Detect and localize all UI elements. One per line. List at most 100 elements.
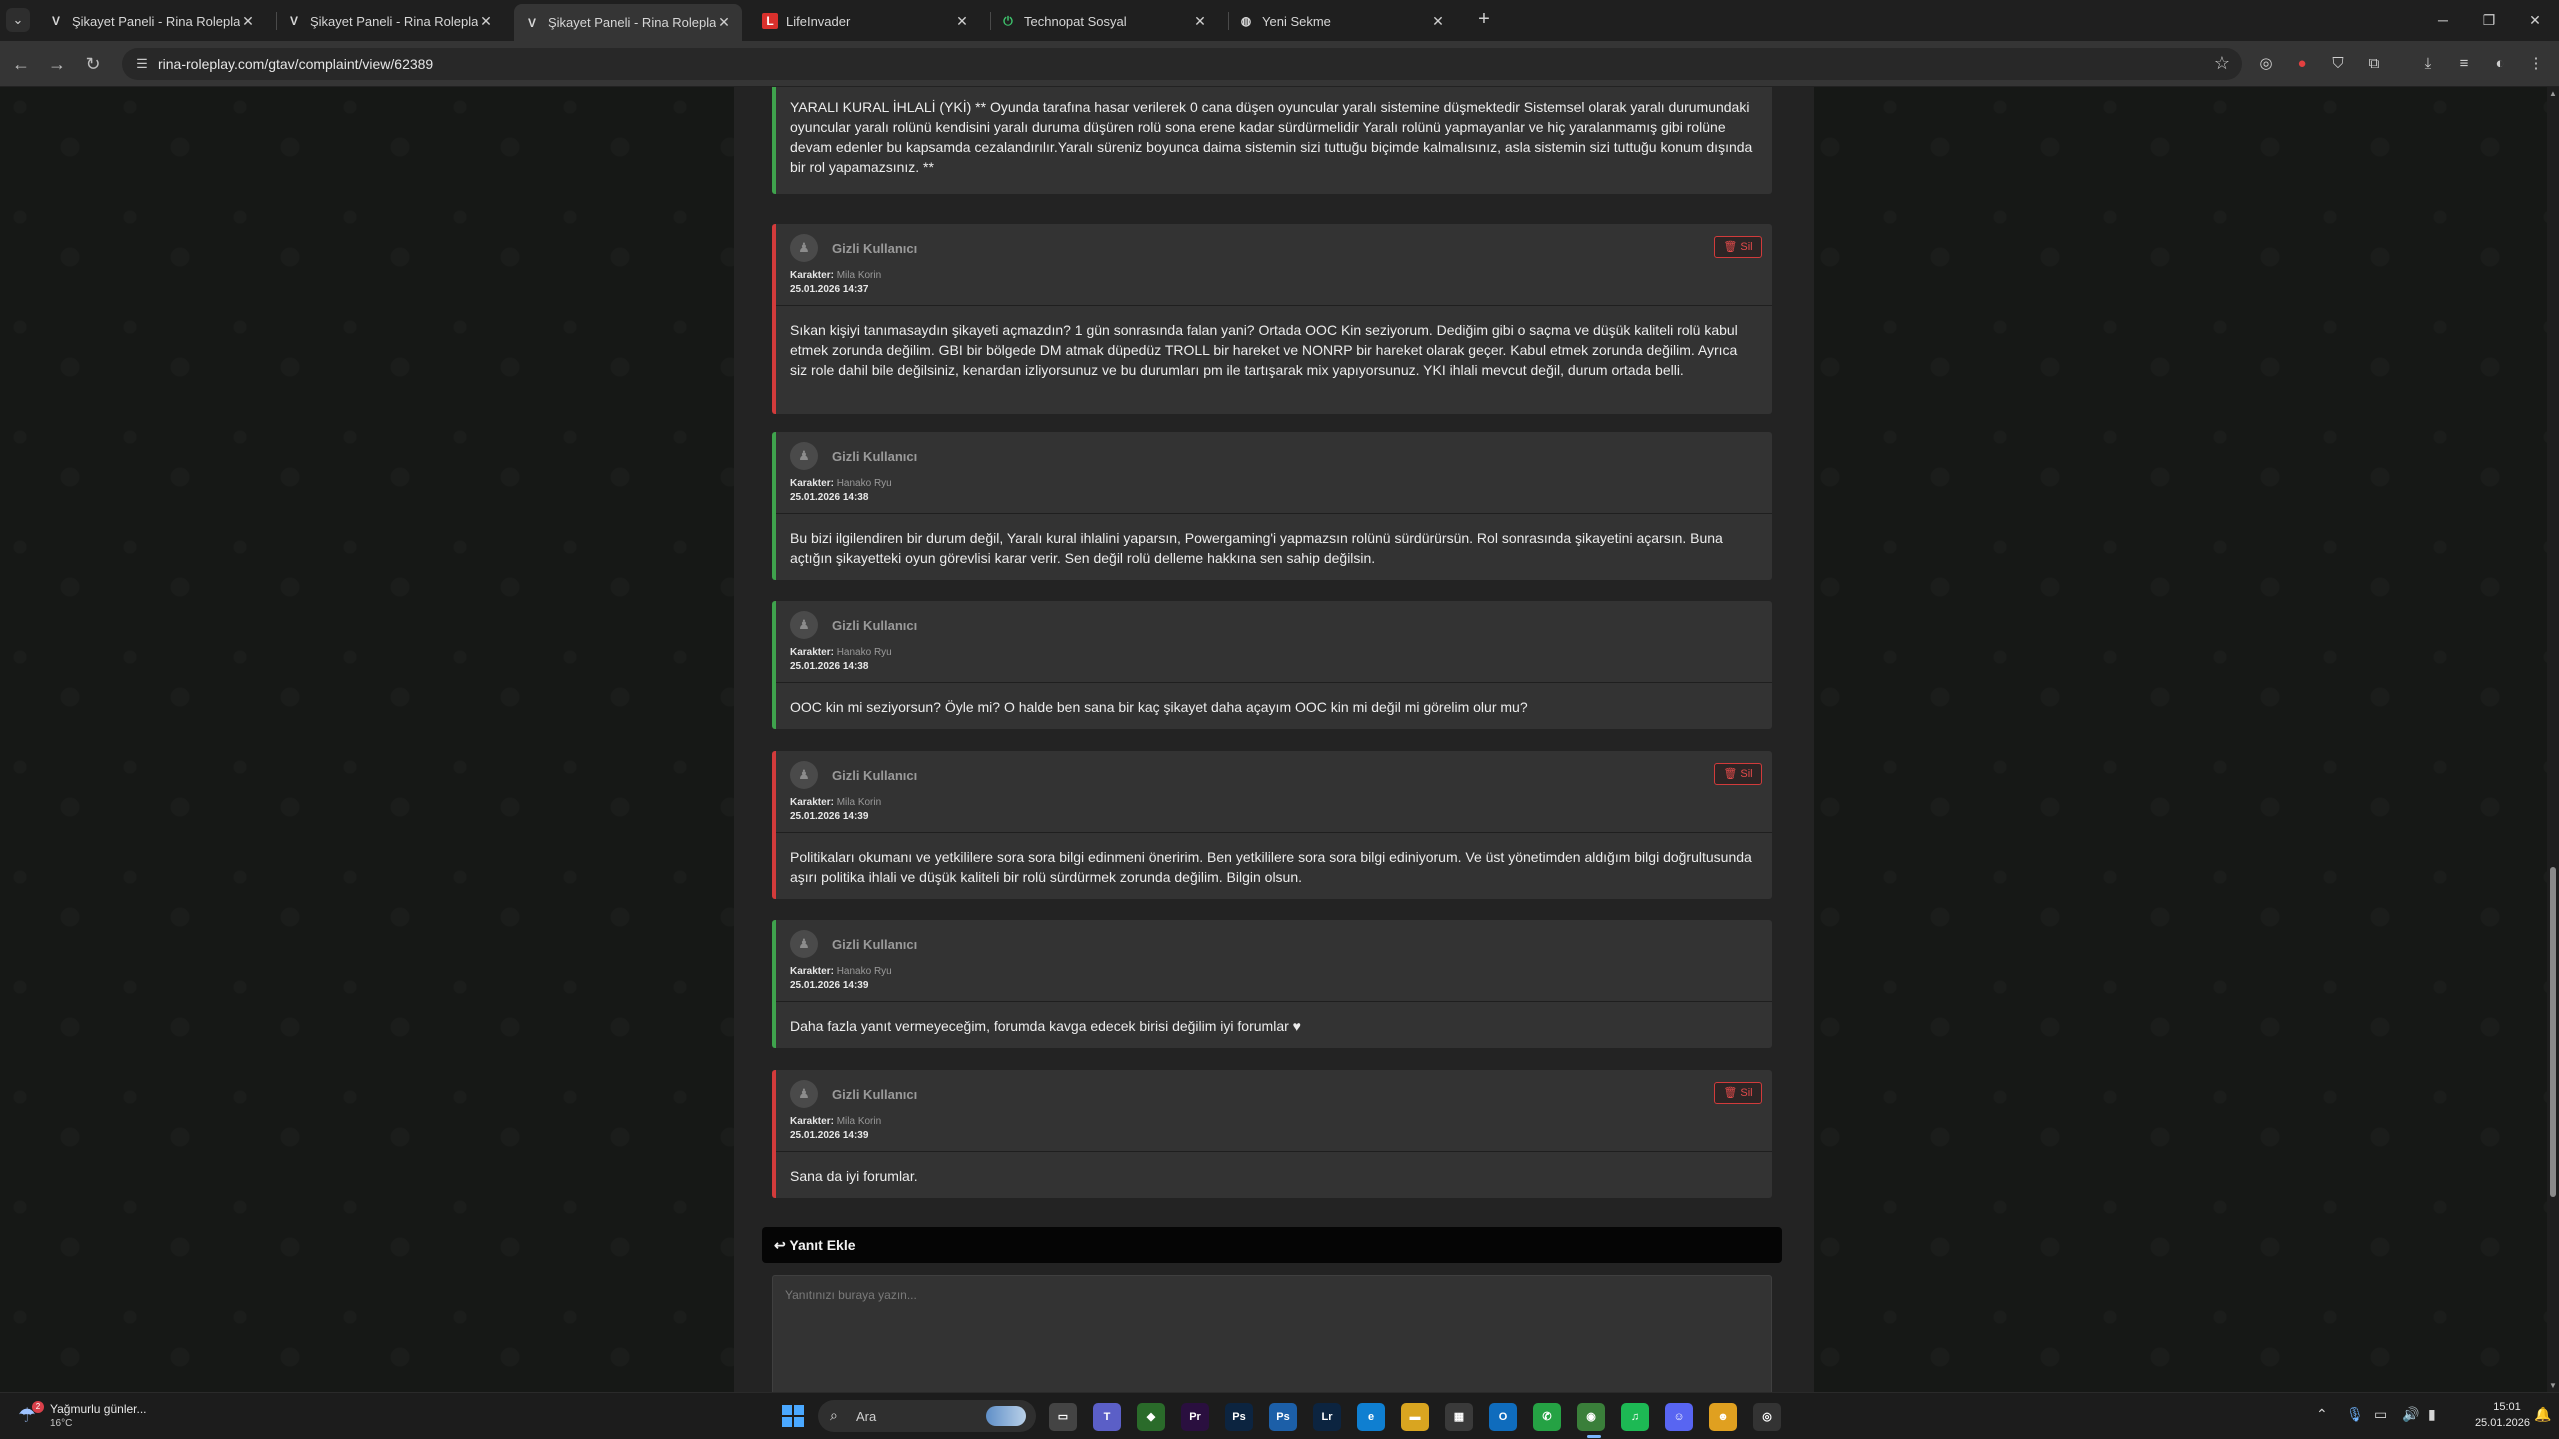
rule-quote-post: YARALI KURAL İHLALİ (YKİ) ** Oyunda tara… [772, 87, 1772, 194]
tab-6[interactable]: ◍ Yeni Sekme ✕ [1228, 4, 1456, 38]
post-text: Sıkan kişiyi tanımasaydın şikayeti açmaz… [790, 322, 1738, 378]
tab-title: Yeni Sekme [1262, 13, 1331, 29]
post-date: 25.01.2026 14:39 [790, 811, 869, 822]
complaint-thread-column: YARALI KURAL İHLALİ (YKİ) ** Oyunda tara… [734, 87, 1814, 1392]
menu-kebab-icon[interactable]: ⋮ [2524, 52, 2548, 76]
scrollbar-thumb[interactable] [2550, 867, 2556, 1197]
post-text: Bu bizi ilgilendiren bir durum değil, Ya… [790, 530, 1723, 566]
character-name: Mila Korin [836, 1116, 882, 1127]
weather-badge: 2 [32, 1401, 44, 1413]
taskbar-search[interactable]: ⌕ Ara [818, 1400, 1036, 1432]
network-icon[interactable]: ▭ [2374, 1406, 2387, 1423]
tab-title: Şikayet Paneli - Rina Roleplay G [548, 15, 716, 30]
active-app-indicator [1587, 1435, 1601, 1438]
tab-5[interactable]: ⏻ Technopat Sosyal ✕ [990, 4, 1218, 38]
tab-3-active[interactable]: V Şikayet Paneli - Rina Roleplay G ✕ [514, 4, 742, 41]
file-explorer-icon[interactable]: ▬ [1401, 1403, 1429, 1431]
tab-close-icon[interactable]: ✕ [240, 13, 256, 30]
teams-icon[interactable]: T [1093, 1403, 1121, 1431]
glasses-extension-icon[interactable]: ◎ [2254, 52, 2278, 76]
discord-icon[interactable]: ☺ [1665, 1403, 1693, 1431]
scroll-up-icon[interactable]: ▲ [2548, 89, 2558, 98]
post-date: 25.01.2026 14:38 [790, 492, 869, 503]
trash-icon: 🗑 [1723, 768, 1738, 780]
window-close-icon[interactable]: ✕ [2512, 6, 2558, 34]
new-tab-button[interactable]: + [1472, 8, 1496, 32]
whatsapp-icon[interactable]: ✆ [1533, 1403, 1561, 1431]
post-header: ♟ Gizli Kullanıcı Karakter: Hanako Ryu 2… [776, 432, 1772, 514]
microphone-icon[interactable]: 🎙 [2346, 1406, 2364, 1423]
weather-text[interactable]: Yağmurlu günler... [50, 1402, 147, 1416]
photoshop-express-icon[interactable]: Ps [1269, 1403, 1297, 1431]
tray-overflow-chevron-icon[interactable]: ⌃ [2316, 1406, 2328, 1423]
delete-button[interactable]: 🗑 Sil [1714, 236, 1762, 258]
minimize-icon[interactable]: ─ [2420, 6, 2466, 34]
delete-button[interactable]: 🗑 Sil [1714, 763, 1762, 785]
search-highlight-image [986, 1406, 1026, 1426]
tab-close-icon[interactable]: ✕ [478, 13, 494, 30]
address-bar[interactable]: ☰ rina-roleplay.com/gtav/complaint/view/… [122, 48, 2242, 80]
lifeinvader-icon: L [762, 13, 778, 29]
reply-textarea[interactable] [772, 1275, 1772, 1392]
extensions-puzzle-icon[interactable]: ⧉ [2362, 52, 2386, 76]
profile-avatar-icon[interactable]: ◐ [2488, 52, 2512, 76]
media-control-icon[interactable]: ≡ [2452, 52, 2476, 76]
app-ring-icon[interactable]: ◎ [1753, 1403, 1781, 1431]
power-icon: ⏻ [1003, 13, 1013, 28]
download-icon[interactable]: ⤓ [2416, 52, 2440, 76]
spotify-icon[interactable]: ♫ [1621, 1403, 1649, 1431]
outlook-icon[interactable]: O [1489, 1403, 1517, 1431]
app-yellow-icon[interactable]: ☻ [1709, 1403, 1737, 1431]
chrome-icon[interactable]: ◉ [1577, 1403, 1605, 1431]
gaming-icon[interactable]: ◆ [1137, 1403, 1165, 1431]
edge-icon[interactable]: e [1357, 1403, 1385, 1431]
tab-close-icon[interactable]: ✕ [1192, 13, 1208, 30]
post-header: ♟ Gizli Kullanıcı Karakter: Hanako Ryu 2… [776, 920, 1772, 1002]
site-info-icon[interactable]: ☰ [132, 54, 152, 74]
shield-extension-icon[interactable]: ⛉ [2326, 52, 2350, 76]
character-line: Karakter: Mila Korin [790, 1116, 881, 1127]
scroll-down-icon[interactable]: ▼ [2548, 1381, 2558, 1390]
reply-section-header: ↩ Yanıt Ekle [762, 1227, 1782, 1263]
record-extension-icon[interactable]: ● [2290, 52, 2314, 76]
username: Gizli Kullanıcı [832, 937, 918, 952]
tab-close-icon[interactable]: ✕ [954, 13, 970, 30]
back-icon[interactable]: ← [8, 51, 34, 77]
post-text: Politikaları okumanı ve yetkililere sora… [790, 849, 1752, 885]
bookmark-star-icon[interactable]: ☆ [2214, 53, 2230, 74]
reply-arrow-icon: ↩ [774, 1237, 786, 1253]
delete-label: Sil [1740, 1087, 1753, 1099]
character-line: Karakter: Mila Korin [790, 270, 881, 281]
comment-post: ♟ Gizli Kullanıcı Karakter: Hanako Ryu 2… [772, 601, 1772, 729]
windows-start-icon[interactable] [782, 1405, 804, 1427]
notification-bell-icon[interactable]: 🔔 [2534, 1406, 2551, 1423]
clock-date[interactable]: 25.01.2026 [2454, 1417, 2530, 1429]
tab-search-button[interactable]: ⌄ [6, 8, 30, 32]
tab-4[interactable]: L LifeInvader ✕ [752, 4, 980, 38]
user-avatar-icon: ♟ [790, 611, 818, 639]
task-view-icon[interactable]: ▭ [1049, 1403, 1077, 1431]
post-text: OOC kin mi seziyorsun? Öyle mi? O halde … [790, 699, 1528, 715]
tab-2[interactable]: V Şikayet Paneli - Rina Roleplay G ✕ [276, 4, 504, 38]
tab-favicon-icon: V [51, 14, 60, 28]
tab-close-icon[interactable]: ✕ [1430, 13, 1446, 30]
tab-bar: ⌄ V Şikayet Paneli - Rina Roleplay G ✕ V… [0, 0, 2559, 41]
volume-icon[interactable]: 🔊 [2402, 1406, 2419, 1423]
photoshop-icon[interactable]: Ps [1225, 1403, 1253, 1431]
page-scrollbar[interactable]: ▲ ▼ [2547, 87, 2559, 1392]
battery-icon[interactable]: ▮ [2428, 1406, 2436, 1423]
character-name: Mila Korin [836, 270, 882, 281]
reload-icon[interactable]: ↻ [80, 51, 106, 77]
username: Gizli Kullanıcı [832, 1087, 918, 1102]
premiere-icon[interactable]: Pr [1181, 1403, 1209, 1431]
taskbar: ☂ 2 Yağmurlu günler... 16°C ⌕ Ara ▭ T ◆ Pr P… [0, 1392, 2559, 1439]
clock-time[interactable]: 15:01 [2484, 1401, 2530, 1413]
lightroom-icon[interactable]: Lr [1313, 1403, 1341, 1431]
store-icon[interactable]: ▦ [1445, 1403, 1473, 1431]
forward-icon[interactable]: → [44, 51, 70, 77]
tab-1[interactable]: V Şikayet Paneli - Rina Roleplay G ✕ [38, 4, 266, 38]
delete-button[interactable]: 🗑 Sil [1714, 1082, 1762, 1104]
restore-icon[interactable]: ❐ [2466, 6, 2512, 34]
comment-post: ♟ Gizli Kullanıcı Karakter: Mila Korin 2… [772, 224, 1772, 414]
tab-close-icon[interactable]: ✕ [716, 14, 732, 31]
